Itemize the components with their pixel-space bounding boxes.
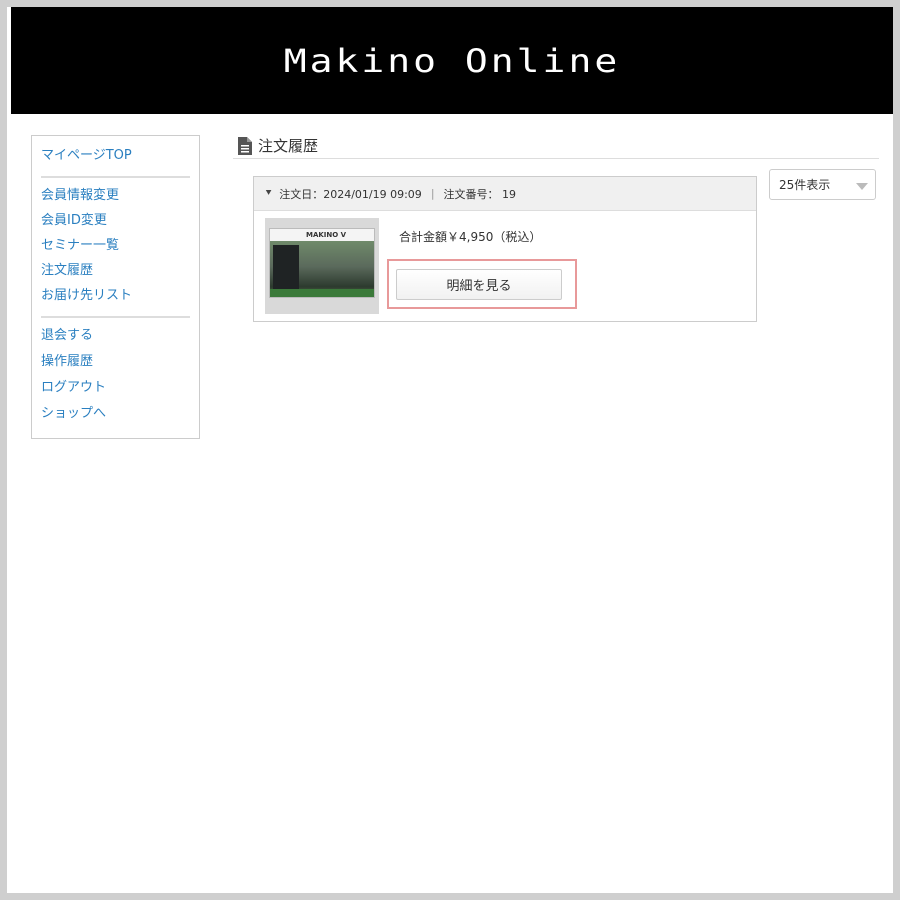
per-page-value: 25件表示 [779,178,831,192]
sidebar-item-addresses[interactable]: お届け先リスト [41,287,190,305]
site-logo[interactable]: Makino Online [284,42,620,79]
order-total: 合計金額￥4,950（税込） [399,230,542,244]
dropdown-arrow-icon [856,183,868,190]
machine-graphic [273,245,299,291]
order-number: 注文番号： 19 [443,187,517,201]
page-title: 注文履歴 [238,135,318,156]
page-frame: Makino Online マイページTOP 会員情報変更 会員ID変更 セミナ… [7,7,893,893]
per-page-select[interactable]: 25件表示 [769,169,876,200]
document-icon [238,136,252,155]
sidebar-item-operation-log[interactable]: 操作履歴 [41,353,190,371]
sidebar-item-member-info[interactable]: 会員情報変更 [41,187,190,205]
separator: | [430,187,435,200]
product-image: MAKINO V [269,228,375,298]
sidebar-item-shop[interactable]: ショップへ [41,405,190,423]
sidebar-divider [41,316,190,318]
sidebar-item-seminars[interactable]: セミナー一覧 [41,237,190,255]
sidebar-item-logout[interactable]: ログアウト [41,379,190,397]
sidebar-item-mypage-top[interactable]: マイページTOP [41,147,190,165]
order-date: 注文日：2024/01/19 09:09 [279,187,422,201]
product-brand: MAKINO V [306,231,347,239]
sidebar-item-order-history[interactable]: 注文履歴 [41,262,190,280]
view-details-button[interactable]: 明細を見る [396,269,562,300]
product-thumbnail[interactable]: MAKINO V [265,218,379,314]
order-card: ⯆ 注文日：2024/01/19 09:09 | 注文番号： 19 MAKINO… [253,176,757,322]
site-header: Makino Online [11,7,893,114]
sidebar-item-withdraw[interactable]: 退会する [41,327,190,345]
order-header[interactable]: ⯆ 注文日：2024/01/19 09:09 | 注文番号： 19 [254,177,756,211]
image-strip [270,289,374,297]
sidebar-item-member-id[interactable]: 会員ID変更 [41,212,190,230]
sidebar-divider [41,176,190,178]
chevron-down-icon: ⯆ [265,188,273,199]
title-divider [233,158,879,159]
page-title-text: 注文履歴 [258,137,319,155]
mypage-sidebar: マイページTOP 会員情報変更 会員ID変更 セミナー一覧 注文履歴 お届け先リ… [31,135,200,439]
